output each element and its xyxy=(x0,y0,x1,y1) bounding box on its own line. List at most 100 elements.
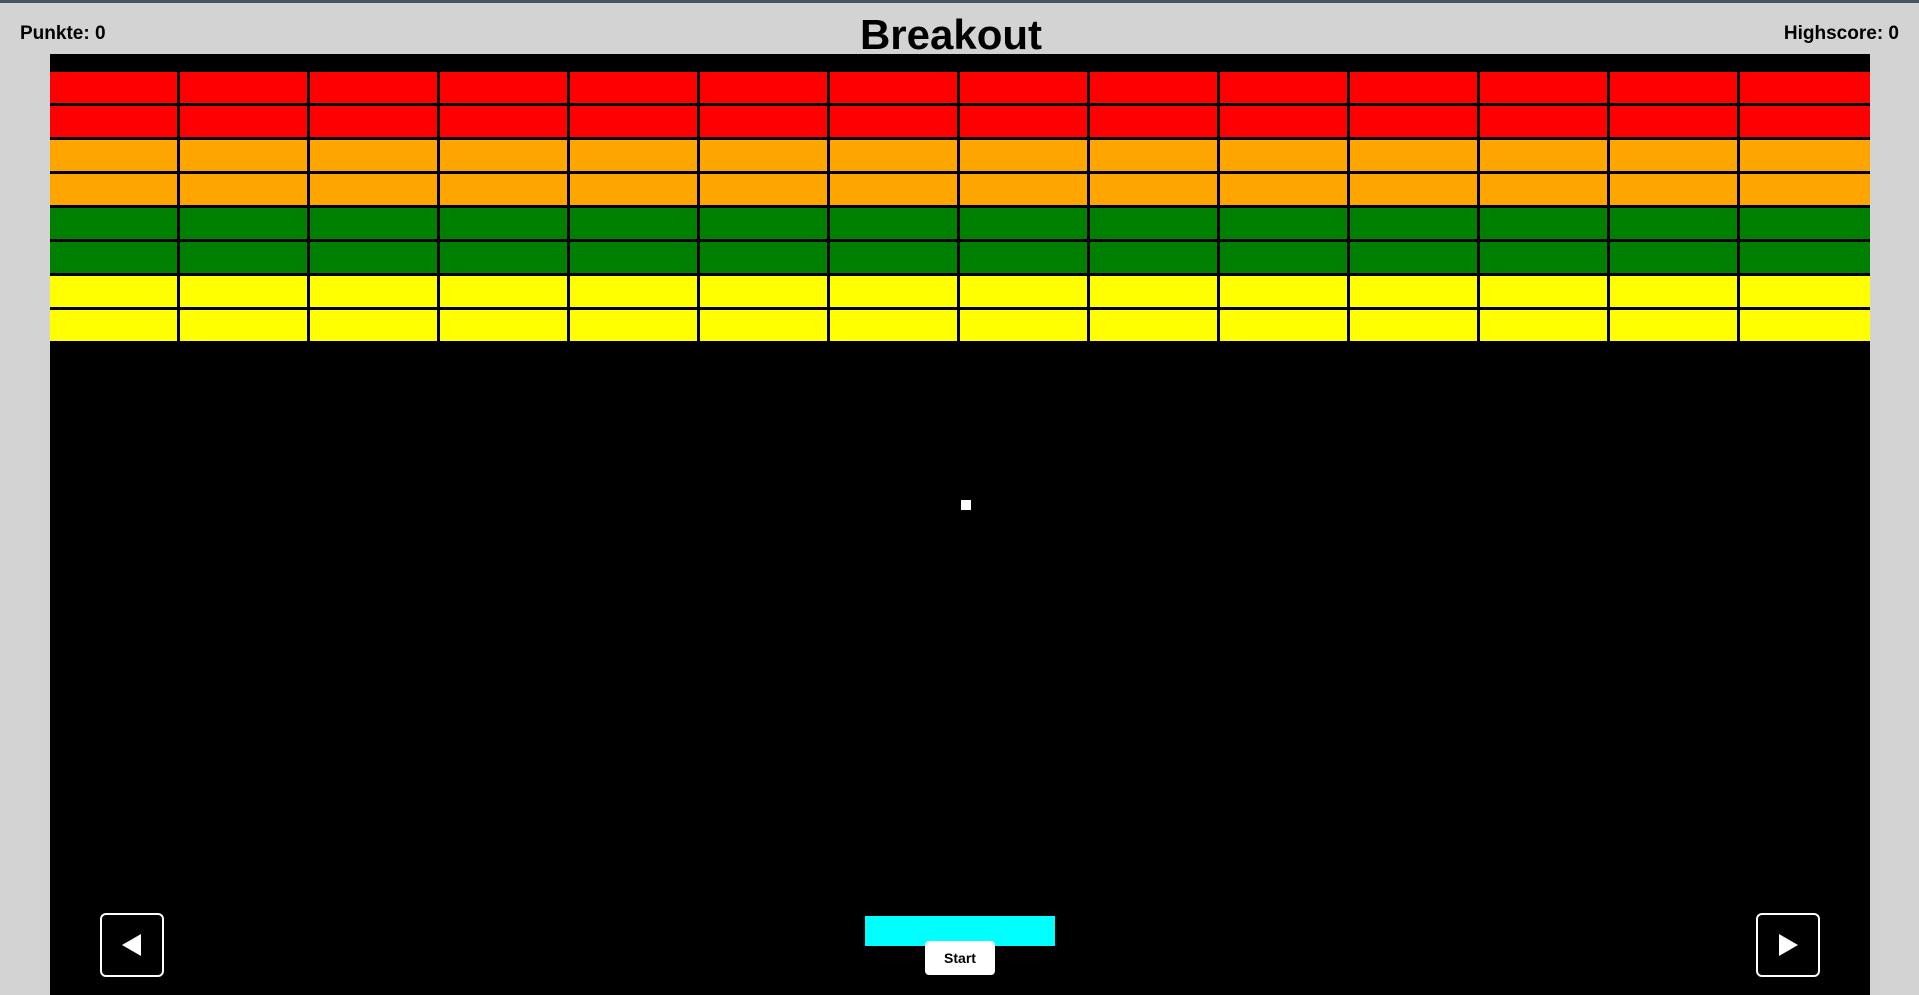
brick xyxy=(830,276,957,307)
brick xyxy=(440,106,567,137)
brick xyxy=(1480,72,1607,103)
move-right-button[interactable] xyxy=(1756,913,1820,977)
brick xyxy=(570,242,697,273)
brick xyxy=(1350,140,1477,171)
brick xyxy=(440,208,567,239)
brick-wall xyxy=(50,72,1870,344)
brick xyxy=(830,310,957,341)
brick xyxy=(180,276,307,307)
brick xyxy=(440,140,567,171)
brick xyxy=(570,72,697,103)
brick xyxy=(310,106,437,137)
brick xyxy=(1740,242,1870,273)
brick xyxy=(1740,310,1870,341)
brick xyxy=(830,242,957,273)
brick xyxy=(50,174,177,205)
brick xyxy=(1740,208,1870,239)
brick xyxy=(570,106,697,137)
brick xyxy=(1220,310,1347,341)
page: Punkte: 0 Breakout Highscore: 0 Start xyxy=(0,0,1919,995)
left-triangle-icon xyxy=(122,934,141,956)
brick xyxy=(570,208,697,239)
brick xyxy=(700,140,827,171)
start-button[interactable]: Start xyxy=(925,941,995,975)
brick xyxy=(1090,208,1217,239)
brick xyxy=(960,208,1087,239)
brick xyxy=(1090,106,1217,137)
brick xyxy=(700,174,827,205)
brick xyxy=(960,310,1087,341)
brick xyxy=(50,242,177,273)
brick xyxy=(700,242,827,273)
brick xyxy=(1350,174,1477,205)
brick xyxy=(1740,72,1870,103)
brick xyxy=(700,310,827,341)
brick xyxy=(830,174,957,205)
brick xyxy=(700,276,827,307)
brick xyxy=(50,72,177,103)
brick xyxy=(1610,174,1737,205)
brick xyxy=(50,310,177,341)
brick xyxy=(180,140,307,171)
brick xyxy=(440,174,567,205)
brick xyxy=(1220,140,1347,171)
brick xyxy=(1480,276,1607,307)
brick xyxy=(1350,72,1477,103)
brick xyxy=(310,208,437,239)
brick xyxy=(180,72,307,103)
brick xyxy=(1350,106,1477,137)
brick xyxy=(50,276,177,307)
brick xyxy=(1090,72,1217,103)
brick xyxy=(1220,106,1347,137)
game-canvas[interactable]: Start xyxy=(50,54,1870,995)
brick xyxy=(440,310,567,341)
highscore-label: Highscore: 0 xyxy=(1783,23,1899,44)
brick xyxy=(1220,208,1347,239)
brick xyxy=(1480,140,1607,171)
brick xyxy=(1350,276,1477,307)
move-left-button[interactable] xyxy=(100,913,164,977)
brick xyxy=(50,106,177,137)
brick xyxy=(1740,140,1870,171)
brick xyxy=(440,72,567,103)
brick xyxy=(310,310,437,341)
brick xyxy=(180,242,307,273)
brick xyxy=(440,242,567,273)
brick xyxy=(960,140,1087,171)
brick xyxy=(570,140,697,171)
brick xyxy=(1610,242,1737,273)
brick xyxy=(700,106,827,137)
brick xyxy=(1480,174,1607,205)
brick xyxy=(960,174,1087,205)
brick xyxy=(960,276,1087,307)
brick xyxy=(310,276,437,307)
brick xyxy=(700,72,827,103)
brick xyxy=(50,140,177,171)
brick xyxy=(1480,310,1607,341)
page-title: Breakout xyxy=(859,11,1043,58)
brick xyxy=(830,106,957,137)
brick xyxy=(1740,106,1870,137)
brick xyxy=(50,208,177,239)
brick xyxy=(1090,140,1217,171)
brick xyxy=(180,310,307,341)
brick xyxy=(1740,276,1870,307)
brick xyxy=(570,276,697,307)
brick xyxy=(1610,310,1737,341)
brick xyxy=(1350,208,1477,239)
brick xyxy=(1480,208,1607,239)
brick xyxy=(570,310,697,341)
brick xyxy=(830,208,957,239)
brick xyxy=(1740,174,1870,205)
brick xyxy=(1480,106,1607,137)
brick xyxy=(1610,140,1737,171)
brick xyxy=(310,140,437,171)
brick xyxy=(830,72,957,103)
brick xyxy=(700,208,827,239)
brick xyxy=(1090,276,1217,307)
brick xyxy=(1220,242,1347,273)
brick xyxy=(180,106,307,137)
brick xyxy=(1610,208,1737,239)
brick xyxy=(180,174,307,205)
brick xyxy=(960,72,1087,103)
